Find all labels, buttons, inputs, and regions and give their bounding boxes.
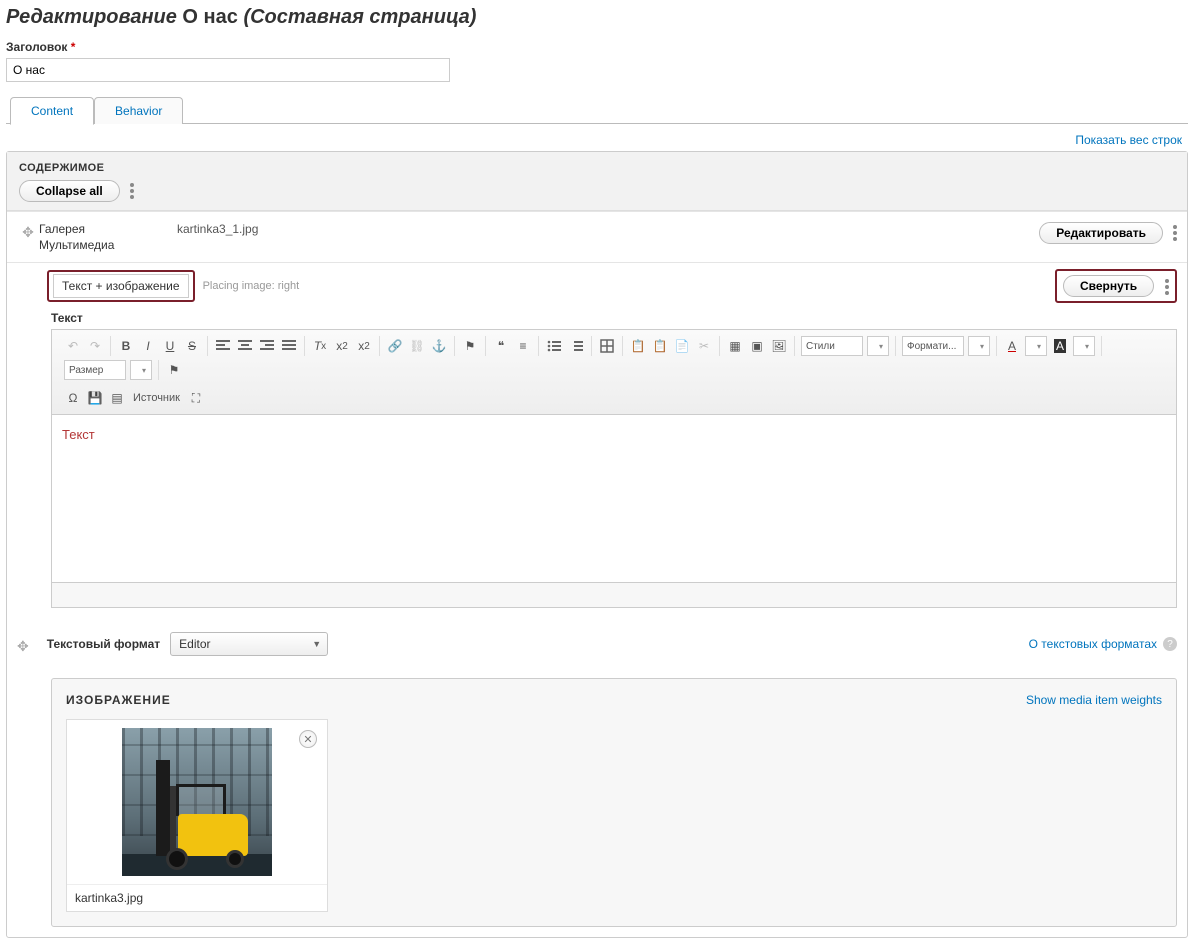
about-text-formats-link[interactable]: О текстовых форматах — [1029, 637, 1157, 651]
image-section-title: ИЗОБРАЖЕНИЕ — [66, 693, 171, 707]
media-thumbnail — [122, 728, 272, 876]
drag-handle-icon[interactable]: ✥ — [17, 220, 39, 241]
remove-format-icon[interactable]: Tx — [310, 336, 330, 356]
number-list-icon[interactable] — [566, 336, 586, 356]
text-field-label: Текст — [51, 311, 1177, 325]
flag-icon[interactable]: ⚑ — [460, 336, 480, 356]
content-more-menu[interactable] — [130, 183, 134, 199]
styles-dropdown[interactable]: ▾ — [867, 336, 889, 356]
row-type-gallery: Галерея — [39, 222, 159, 236]
placing-label: Placing image: right — [203, 280, 300, 292]
image-section: ИЗОБРАЖЕНИЕ Show media item weights ✕ — [51, 678, 1177, 927]
tab-content[interactable]: Content — [10, 97, 94, 125]
paste-text-icon[interactable]: 📄 — [672, 336, 692, 356]
text-format-label: Текстовый формат — [47, 637, 160, 651]
row2-more-menu[interactable] — [1165, 279, 1169, 295]
bg-color-icon[interactable]: A — [1050, 336, 1070, 356]
omega-icon[interactable]: Ω — [63, 388, 83, 408]
text-format-select[interactable]: Editor ▼ — [170, 632, 328, 656]
strike-icon[interactable]: S — [182, 336, 202, 356]
title-field: Заголовок * — [6, 39, 1188, 82]
anchor-icon[interactable]: ⚓ — [429, 336, 449, 356]
collapse-highlight: Свернуть — [1055, 269, 1177, 303]
row-type-multimedia: Мультимедиа — [39, 238, 159, 252]
bullet-list-icon[interactable] — [544, 336, 564, 356]
iframe-icon[interactable]: ▦ — [725, 336, 745, 356]
collapse-button[interactable]: Свернуть — [1063, 275, 1154, 297]
remove-media-button[interactable]: ✕ — [299, 730, 317, 748]
italic-icon[interactable]: I — [138, 336, 158, 356]
size-combo[interactable]: Размер — [64, 360, 126, 380]
bold-icon[interactable]: B — [116, 336, 136, 356]
paste-icon[interactable]: 📋 — [650, 336, 670, 356]
subscript-icon[interactable]: x2 — [354, 336, 374, 356]
format-combo[interactable]: Формати... — [902, 336, 964, 356]
drag-handle-icon[interactable]: ✥ — [17, 634, 29, 655]
collapse-all-button[interactable]: Collapse all — [19, 180, 120, 202]
title-prefix: Редактирование — [6, 6, 177, 28]
content-section-label: СОДЕРЖИМОЕ — [19, 162, 1175, 174]
size-dropdown[interactable]: ▾ — [130, 360, 152, 380]
editor-body[interactable]: Текст — [52, 415, 1176, 583]
blockquote-icon[interactable]: ❝ — [491, 336, 511, 356]
styles-combo[interactable]: Стили — [801, 336, 863, 356]
align-right-icon[interactable] — [257, 336, 277, 356]
media-icon[interactable]: ▣ — [747, 336, 767, 356]
editor-placeholder: Текст — [62, 427, 95, 442]
chevron-down-icon: ▼ — [312, 639, 321, 649]
row-type-text-image: Текст + изображение — [53, 274, 189, 298]
title-page-name: О нас — [182, 6, 237, 28]
text-color-dropdown[interactable]: ▾ — [1025, 336, 1047, 356]
media-item: ✕ kartinka3.jpg — [66, 719, 328, 912]
bg-color-dropdown[interactable]: ▾ — [1073, 336, 1095, 356]
underline-icon[interactable]: U — [160, 336, 180, 356]
media-caption: kartinka3.jpg — [67, 884, 327, 911]
content-panel: СОДЕРЖИМОЕ Collapse all ✥ Галерея Мульти… — [6, 151, 1188, 938]
row-more-menu[interactable] — [1173, 225, 1177, 241]
type-highlight: Текст + изображение — [47, 270, 195, 302]
cut-icon[interactable]: ✂ — [694, 336, 714, 356]
save-icon[interactable]: 💾 — [85, 388, 105, 408]
align-center-icon[interactable] — [235, 336, 255, 356]
tabs: Content Behavior — [6, 96, 1188, 124]
row-gallery-meta: kartinka3_1.jpg — [177, 220, 258, 254]
rich-text-editor: ↶ ↷ B I U S — [51, 329, 1177, 608]
copy-icon[interactable]: 📋 — [628, 336, 648, 356]
format-dropdown[interactable]: ▾ — [968, 336, 990, 356]
hr-icon[interactable]: ≡ — [513, 336, 533, 356]
maximize-icon[interactable]: ⛶ — [186, 388, 206, 408]
tab-behavior[interactable]: Behavior — [94, 97, 183, 124]
editor-footer — [52, 583, 1176, 607]
source-button[interactable]: Источник — [129, 388, 184, 408]
template-icon[interactable]: ▤ — [107, 388, 127, 408]
align-justify-icon[interactable] — [279, 336, 299, 356]
required-marker: * — [71, 40, 76, 54]
show-row-weights-link[interactable]: Показать вес строк — [1075, 133, 1182, 147]
title-label: Заголовок * — [6, 40, 75, 54]
table-icon[interactable] — [597, 336, 617, 356]
link-icon[interactable]: 🔗 — [385, 336, 405, 356]
flag2-icon[interactable]: ⚑ — [164, 360, 184, 380]
help-icon[interactable]: ? — [1163, 637, 1177, 651]
unlink-icon[interactable]: ⛓ — [407, 336, 427, 356]
superscript-icon[interactable]: x2 — [332, 336, 352, 356]
align-left-icon[interactable] — [213, 336, 233, 356]
show-media-weights-link[interactable]: Show media item weights — [1026, 693, 1162, 707]
undo-icon[interactable]: ↶ — [63, 336, 83, 356]
image-icon[interactable]: 🖼 — [769, 336, 789, 356]
title-input[interactable] — [6, 58, 450, 82]
redo-icon[interactable]: ↷ — [85, 336, 105, 356]
title-suffix: (Составная страница) — [243, 6, 476, 28]
edit-button[interactable]: Редактировать — [1039, 222, 1163, 244]
editor-toolbar: ↶ ↷ B I U S — [52, 330, 1176, 415]
text-color-icon[interactable]: A — [1002, 336, 1022, 356]
